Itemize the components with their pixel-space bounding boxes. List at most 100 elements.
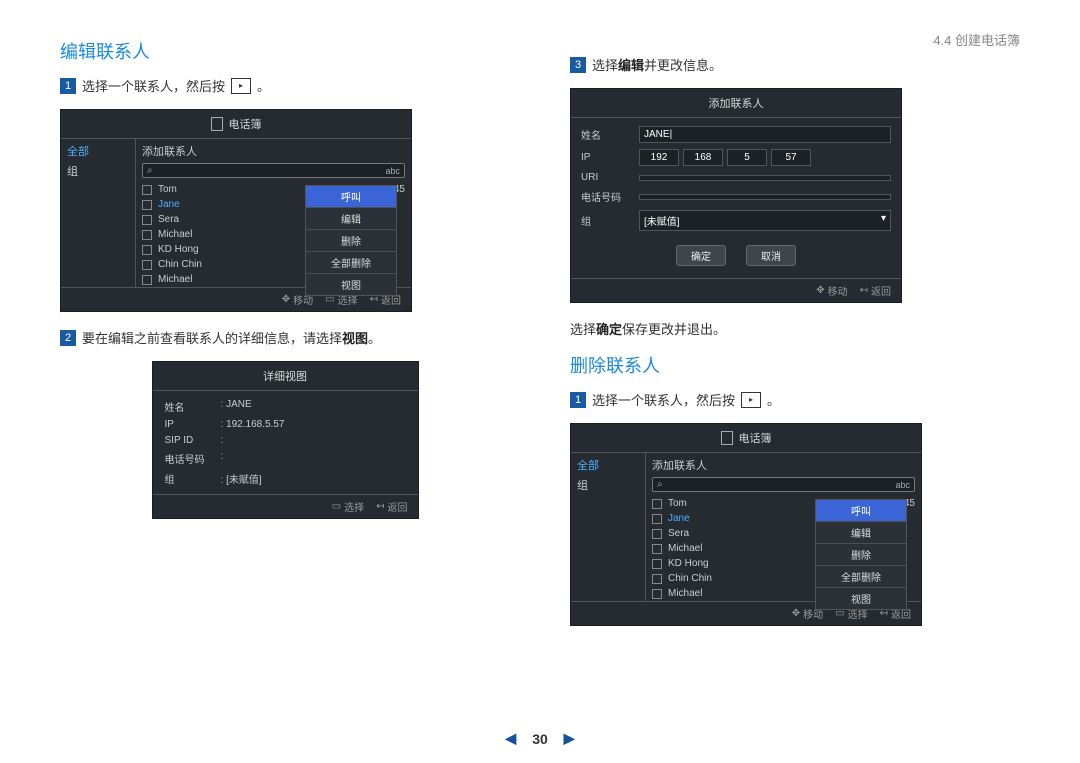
- chevron-down-icon: ▾: [881, 213, 886, 228]
- step-text: 选择一个联系人，然后按: [592, 390, 735, 409]
- step-number: 3: [570, 57, 586, 73]
- checkbox[interactable]: [652, 589, 662, 599]
- tab-group[interactable]: 组: [67, 163, 129, 179]
- menu-call[interactable]: 呼叫: [816, 500, 906, 521]
- menu-view[interactable]: 视图: [306, 273, 396, 295]
- menu-delete-all[interactable]: 全部删除: [306, 251, 396, 273]
- ip-field-4[interactable]: 57: [771, 149, 811, 166]
- menu-edit[interactable]: 编辑: [306, 207, 396, 229]
- menu-delete[interactable]: 删除: [306, 229, 396, 251]
- page-number: 30: [532, 731, 548, 747]
- step-text: 选择一个联系人，然后按: [82, 76, 225, 95]
- ip-field-3[interactable]: 5: [727, 149, 767, 166]
- form-row-group: 组 [未赋值] ▾: [581, 210, 891, 231]
- ok-button[interactable]: 确定: [676, 245, 726, 266]
- section-title-edit: 编辑联系人: [60, 38, 510, 64]
- checkbox[interactable]: [142, 200, 152, 210]
- footer-back: ↤返回: [860, 283, 891, 298]
- detail-panel: 详细视图 姓名JANE IP192.168.5.57 SIP ID 电话号码 组…: [152, 361, 419, 519]
- detail-row: IP192.168.5.57: [165, 419, 406, 430]
- breadcrumb: 4.4 创建电话簿: [570, 30, 1020, 49]
- menu-edit[interactable]: 编辑: [816, 521, 906, 543]
- context-menu: 呼叫 编辑 删除 全部删除 视图: [815, 499, 907, 610]
- add-contact[interactable]: 添加联系人: [142, 143, 405, 163]
- checkbox[interactable]: [652, 574, 662, 584]
- step-1-delete: 1 选择一个联系人，然后按 ▸ 。: [570, 390, 1020, 409]
- add-contact[interactable]: 添加联系人: [652, 457, 915, 477]
- panel-title: 电话簿: [229, 116, 262, 132]
- checkbox[interactable]: [142, 245, 152, 255]
- panel-header: 添加联系人: [571, 89, 901, 118]
- right-column: 4.4 创建电话簿 3 选择编辑并更改信息。 添加联系人 姓名 JANE| IP…: [570, 30, 1020, 710]
- pager: ◀ 30 ▶: [0, 730, 1080, 747]
- name-field[interactable]: JANE|: [639, 126, 891, 143]
- document-icon: [721, 431, 733, 445]
- checkbox[interactable]: [652, 529, 662, 539]
- step-text: 选择编辑并更改信息。: [592, 55, 722, 74]
- checkbox[interactable]: [652, 544, 662, 554]
- detail-row: 组[未赋值]: [165, 471, 406, 486]
- phone-field[interactable]: [639, 194, 891, 200]
- panel-header: 电话簿: [61, 110, 411, 139]
- menu-delete[interactable]: 删除: [816, 543, 906, 565]
- checkbox[interactable]: [652, 499, 662, 509]
- step-text-suffix: 。: [767, 390, 780, 409]
- panel-title: 电话簿: [739, 430, 772, 446]
- panel-header: 详细视图: [153, 362, 418, 391]
- detail-row: 电话号码: [165, 451, 406, 466]
- step-text-suffix: 。: [257, 76, 270, 95]
- tab-all[interactable]: 全部: [67, 143, 129, 159]
- left-column: 编辑联系人 1 选择一个联系人，然后按 ▸ 。 电话簿 全部 组 添加联系人: [60, 30, 510, 710]
- step-number: 1: [60, 78, 76, 94]
- search-input[interactable]: ⌕ abc: [142, 163, 405, 178]
- add-contact-panel: 添加联系人 姓名 JANE| IP 192 168 5 57 URI: [570, 88, 902, 303]
- cancel-button[interactable]: 取消: [746, 245, 796, 266]
- form-row-ip: IP 192 168 5 57: [581, 149, 891, 166]
- footer-move: ✥移动: [816, 283, 847, 298]
- search-input[interactable]: ⌕ abc: [652, 477, 915, 492]
- checkbox[interactable]: [142, 215, 152, 225]
- menu-call[interactable]: 呼叫: [306, 186, 396, 207]
- panel-header: 电话簿: [571, 424, 921, 453]
- tab-group[interactable]: 组: [577, 477, 639, 493]
- ip-field-1[interactable]: 192: [639, 149, 679, 166]
- checkbox[interactable]: [652, 514, 662, 524]
- prev-page[interactable]: ◀: [505, 730, 516, 747]
- document-icon: [211, 117, 223, 131]
- step-1: 1 选择一个联系人，然后按 ▸ 。: [60, 76, 510, 95]
- enter-key-icon: ▸: [231, 78, 251, 94]
- menu-view[interactable]: 视图: [816, 587, 906, 609]
- step-number: 2: [60, 330, 76, 346]
- after-form-text: 选择确定保存更改并退出。: [570, 319, 1020, 338]
- context-menu: 呼叫 编辑 删除 全部删除 视图: [305, 185, 397, 296]
- step-2: 2 要在编辑之前查看联系人的详细信息，请选择视图。: [60, 328, 510, 347]
- group-field[interactable]: [未赋值] ▾: [639, 210, 891, 231]
- panel-footer: ▭选择 ↤返回: [153, 494, 418, 518]
- phonebook-panel-delete: 电话簿 全部 组 添加联系人 ⌕ abc Tom217.141.3.245 Ja…: [570, 423, 922, 626]
- phonebook-sidebar: 全部 组: [571, 453, 646, 601]
- form-row-name: 姓名 JANE|: [581, 126, 891, 143]
- checkbox[interactable]: [652, 559, 662, 569]
- next-page[interactable]: ▶: [564, 730, 575, 747]
- ip-field-2[interactable]: 168: [683, 149, 723, 166]
- menu-delete-all[interactable]: 全部删除: [816, 565, 906, 587]
- search-icon: ⌕: [657, 479, 663, 490]
- tab-all[interactable]: 全部: [577, 457, 639, 473]
- detail-row: SIP ID: [165, 435, 406, 446]
- checkbox[interactable]: [142, 230, 152, 240]
- step-number: 1: [570, 392, 586, 408]
- phonebook-panel: 电话簿 全部 组 添加联系人 ⌕ abc Tom217.141.3.245 Ja…: [60, 109, 412, 312]
- section-title-delete: 删除联系人: [570, 352, 1020, 378]
- uri-field[interactable]: [639, 175, 891, 181]
- form-row-phone: 电话号码: [581, 189, 891, 204]
- footer-back: ↤返回: [376, 499, 407, 514]
- detail-row: 姓名JANE: [165, 399, 406, 414]
- step-3: 3 选择编辑并更改信息。: [570, 55, 1020, 74]
- footer-select: ▭选择: [332, 499, 364, 514]
- checkbox[interactable]: [142, 185, 152, 195]
- ime-indicator: abc: [385, 166, 400, 176]
- form-row-uri: URI: [581, 172, 891, 183]
- checkbox[interactable]: [142, 275, 152, 285]
- checkbox[interactable]: [142, 260, 152, 270]
- ime-indicator: abc: [895, 480, 910, 490]
